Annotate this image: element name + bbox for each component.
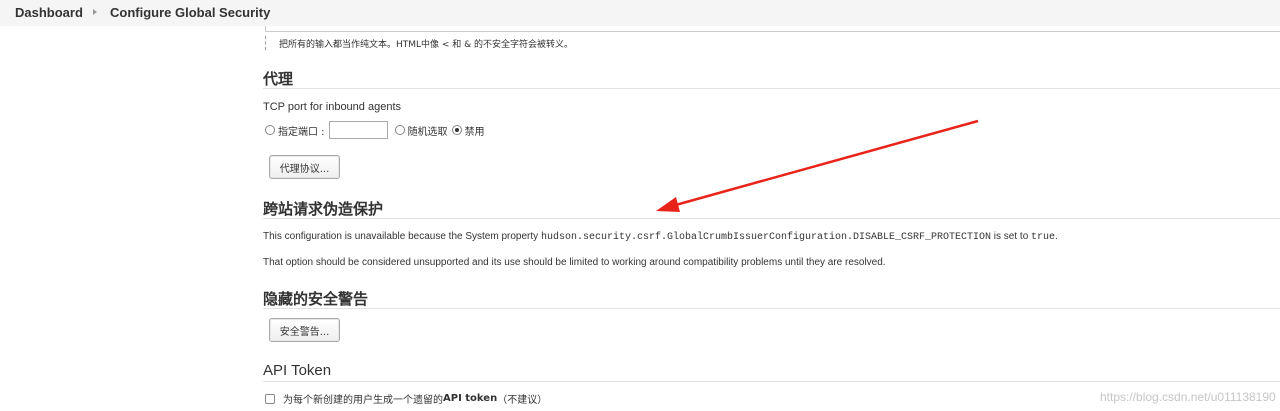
radio-random-port-label: 随机选取: [407, 126, 448, 138]
radio-disable-port-label: 禁用: [464, 126, 485, 138]
csrf-text-suffix: .: [1055, 231, 1058, 242]
tcp-port-label: TCP port for inbound agents: [263, 101, 401, 113]
breadcrumb-separator-icon: [93, 9, 97, 15]
breadcrumb-configure-global-security-link[interactable]: Configure Global Security: [110, 5, 270, 20]
legacy-api-token-option: 为每个新创建的用户生成一个遗留的 API token （不建议）: [265, 391, 547, 406]
security-warnings-button[interactable]: 安全警告...: [269, 318, 340, 342]
section-divider: [263, 218, 1280, 219]
legacy-api-token-label-bold: API token: [443, 393, 498, 404]
breadcrumb: Dashboard Configure Global Security: [0, 0, 1280, 26]
tcp-port-options: 指定端口 : 随机选取 禁用: [265, 120, 489, 140]
help-divider: [265, 36, 266, 50]
legacy-api-token-label-pre: 为每个新创建的用户生成一个遗留的: [283, 395, 443, 406]
radio-fixed-port[interactable]: [265, 125, 275, 135]
section-divider: [263, 88, 1280, 89]
section-title-csrf: 跨站请求伪造保护: [263, 200, 384, 218]
csrf-unsupported-text: That option should be considered unsuppo…: [263, 257, 886, 268]
legacy-api-token-label-post: （不建议）: [497, 395, 548, 406]
section-divider: [263, 308, 1280, 309]
section-title-hidden-warnings: 隐藏的安全警告: [263, 290, 369, 308]
main-content: 把所有的输入都当作纯文本。HTML中像 < 和 & 的不安全字符会被转义。 代理…: [263, 26, 1280, 411]
csrf-system-property: hudson.security.csrf.GlobalCrumbIssuerCo…: [540, 232, 992, 243]
radio-random-port[interactable]: [394, 125, 405, 135]
section-title-api-token: API Token: [263, 362, 332, 379]
csrf-property-value: true: [1031, 232, 1056, 243]
section-divider: [263, 381, 1280, 382]
section-title-proxy: 代理: [263, 70, 294, 88]
agent-protocols-button[interactable]: 代理协议...: [269, 155, 340, 179]
breadcrumb-dashboard-link[interactable]: Dashboard: [15, 5, 83, 20]
csrf-text-prefix: This configuration is unavailable becaus…: [263, 231, 541, 242]
radio-fixed-port-label: 指定端口 :: [278, 126, 325, 138]
csrf-unavailable-text: This configuration is unavailable becaus…: [263, 231, 1058, 243]
legacy-api-token-checkbox[interactable]: [265, 393, 275, 404]
csrf-text-mid: is set to: [991, 231, 1032, 242]
port-number-input[interactable]: [328, 121, 388, 139]
markup-formatter-select-edge: [265, 26, 1280, 32]
markup-help-text: 把所有的输入都当作纯文本。HTML中像 < 和 & 的不安全字符会被转义。: [279, 40, 574, 50]
radio-disable-port[interactable]: [451, 125, 462, 135]
watermark: https://blog.csdn.net/u011138190: [1100, 390, 1276, 404]
